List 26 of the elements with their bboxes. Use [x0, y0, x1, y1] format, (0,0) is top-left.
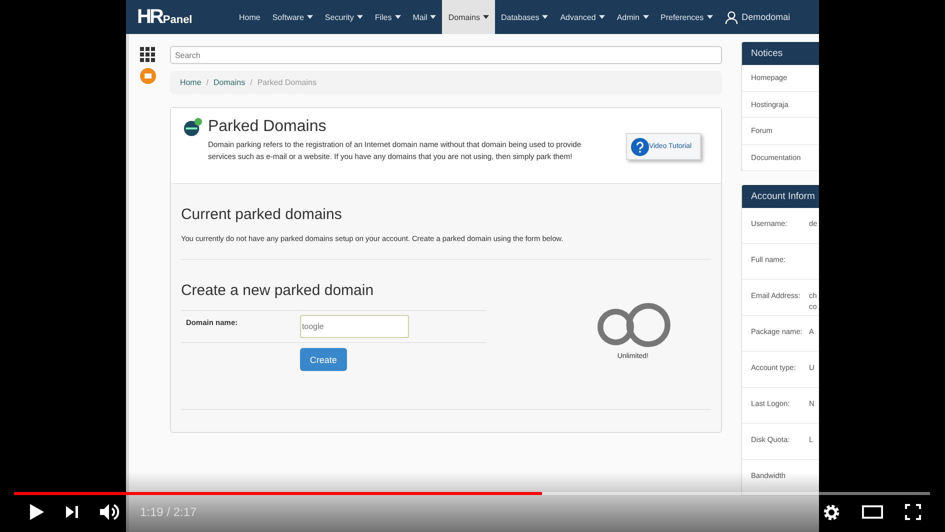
- nav-menu-item[interactable]: Software: [266, 0, 319, 34]
- nav-menu-item[interactable]: Databases: [494, 0, 554, 34]
- page-title: Parked Domains: [208, 117, 328, 136]
- user-menu[interactable]: Demodomai: [718, 0, 796, 34]
- breadcrumb-separator: /: [250, 78, 252, 87]
- logo: HRPanel: [136, 5, 194, 30]
- sidebar-header: Account Inform: [742, 185, 819, 208]
- search-field[interactable]: Search: [170, 46, 722, 64]
- breadcrumb-separator: /: [206, 78, 209, 87]
- sidebar-header: Notices: [742, 42, 819, 65]
- breadcrumb-current: Parked Domains: [257, 78, 316, 87]
- section-heading: Create a new parked domain: [180, 282, 375, 300]
- video-time: 1:19 / 2:17: [140, 505, 197, 519]
- nav-menu-item[interactable]: Admin: [610, 0, 654, 34]
- domain-name-field[interactable]: toogle: [300, 315, 409, 338]
- nav-menu-item[interactable]: Home: [233, 0, 266, 34]
- nav-menu-item[interactable]: Security: [318, 0, 369, 34]
- nav-menu-item[interactable]: Preferences: [654, 0, 719, 34]
- breadcrumb-link[interactable]: Domains: [214, 78, 246, 87]
- create-button[interactable]: Create: [300, 348, 347, 371]
- nav-menu-item[interactable]: Domains: [442, 0, 495, 34]
- nav-menu-item[interactable]: Files: [368, 0, 407, 34]
- nav-menu-item[interactable]: Advanced: [554, 0, 611, 34]
- breadcrumb-link[interactable]: Home: [180, 78, 202, 87]
- nav-menu-item[interactable]: Mail: [406, 0, 442, 34]
- section-heading: Current parked domains: [180, 206, 343, 224]
